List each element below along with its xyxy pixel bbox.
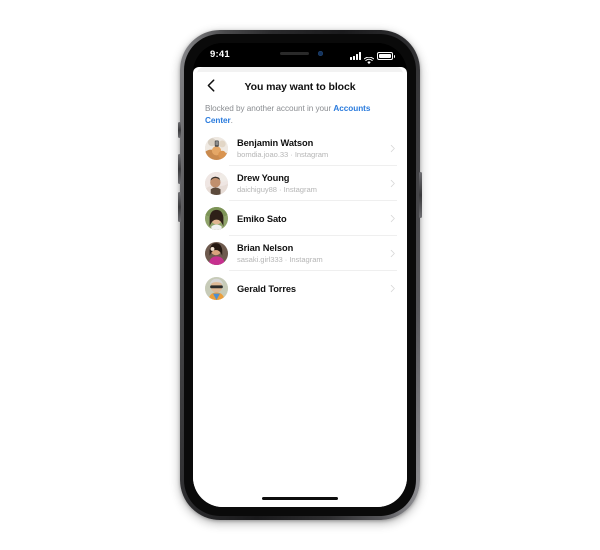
- silent-switch-button[interactable]: [178, 122, 181, 138]
- blocked-suggestions-list: Benjamin Watson bomdia.joao.33 · Instagr…: [193, 131, 407, 306]
- phone-device-frame: 9:41 You may want to block Blocked by an…: [178, 30, 422, 520]
- list-item-name: Drew Young: [237, 173, 290, 183]
- avatar: [205, 277, 228, 300]
- subtitle-text-before: Blocked by another account in your: [205, 104, 334, 113]
- avatar: [205, 207, 228, 230]
- list-item-text: Benjamin Watson bomdia.joao.33 · Instagr…: [228, 137, 387, 160]
- list-item-name: Gerald Torres: [237, 283, 296, 294]
- chevron-right-icon: [387, 214, 397, 224]
- home-indicator[interactable]: [262, 497, 338, 500]
- photo-person-1: [205, 137, 228, 160]
- avatar: [205, 137, 228, 160]
- status-bar-time: 9:41: [210, 49, 230, 60]
- photo-person-4: [205, 242, 228, 265]
- list-item-text: Gerald Torres: [228, 283, 387, 295]
- status-bar: 9:41: [193, 43, 407, 67]
- front-camera: [318, 51, 323, 56]
- list-item-name: Benjamin Watson: [237, 138, 314, 148]
- list-item-text: Brian Nelson sasaki.girl333 · Instagram: [228, 242, 387, 265]
- list-item-handle: daichiguy88 · Instagram: [237, 185, 317, 194]
- subtitle-text-after: .: [230, 115, 233, 125]
- avatar: [205, 172, 228, 195]
- photo-person-5: [205, 277, 228, 300]
- list-item[interactable]: Drew Young daichiguy88 · Instagram: [193, 166, 407, 201]
- app-screen-content: You may want to block Blocked by another…: [193, 72, 407, 507]
- wifi-icon: [364, 52, 374, 65]
- chevron-right-icon: [387, 249, 397, 259]
- list-item-name: Emiko Sato: [237, 213, 287, 224]
- volume-down-button[interactable]: [178, 192, 181, 222]
- cellular-signal-icon: [350, 52, 361, 60]
- list-item-name: Brian Nelson: [237, 243, 294, 253]
- page-title: You may want to block: [244, 81, 356, 93]
- earpiece-speaker: [280, 52, 309, 55]
- list-item-text: Emiko Sato: [228, 213, 387, 225]
- status-bar-icons: [350, 49, 395, 65]
- navigation-bar: You may want to block: [193, 72, 407, 102]
- screenshot-canvas: 9:41 You may want to block Blocked by an…: [0, 0, 600, 550]
- chevron-right-icon: [387, 284, 397, 294]
- list-item[interactable]: Brian Nelson sasaki.girl333 · Instagram: [193, 236, 407, 271]
- phone-screen: 9:41 You may want to block Blocked by an…: [193, 43, 407, 507]
- list-item[interactable]: Emiko Sato: [193, 201, 407, 236]
- list-item[interactable]: Benjamin Watson bomdia.joao.33 · Instagr…: [193, 131, 407, 166]
- power-button[interactable]: [419, 172, 422, 218]
- app-container: You may want to block Blocked by another…: [193, 67, 407, 507]
- volume-up-button[interactable]: [178, 154, 181, 184]
- chevron-right-icon: [387, 179, 397, 189]
- photo-person-3: [205, 207, 228, 230]
- list-item-handle: sasaki.girl333 · Instagram: [237, 255, 323, 264]
- phone-bezel: 9:41 You may want to block Blocked by an…: [184, 34, 416, 516]
- subtitle-description: Blocked by another account in your Accou…: [193, 102, 407, 126]
- list-item-text: Drew Young daichiguy88 · Instagram: [228, 172, 387, 195]
- list-item-handle: bomdia.joao.33 · Instagram: [237, 150, 329, 159]
- battery-icon: [377, 52, 395, 60]
- avatar: [205, 242, 228, 265]
- list-item[interactable]: Gerald Torres: [193, 271, 407, 306]
- photo-person-2: [205, 172, 228, 195]
- chevron-right-icon: [387, 144, 397, 154]
